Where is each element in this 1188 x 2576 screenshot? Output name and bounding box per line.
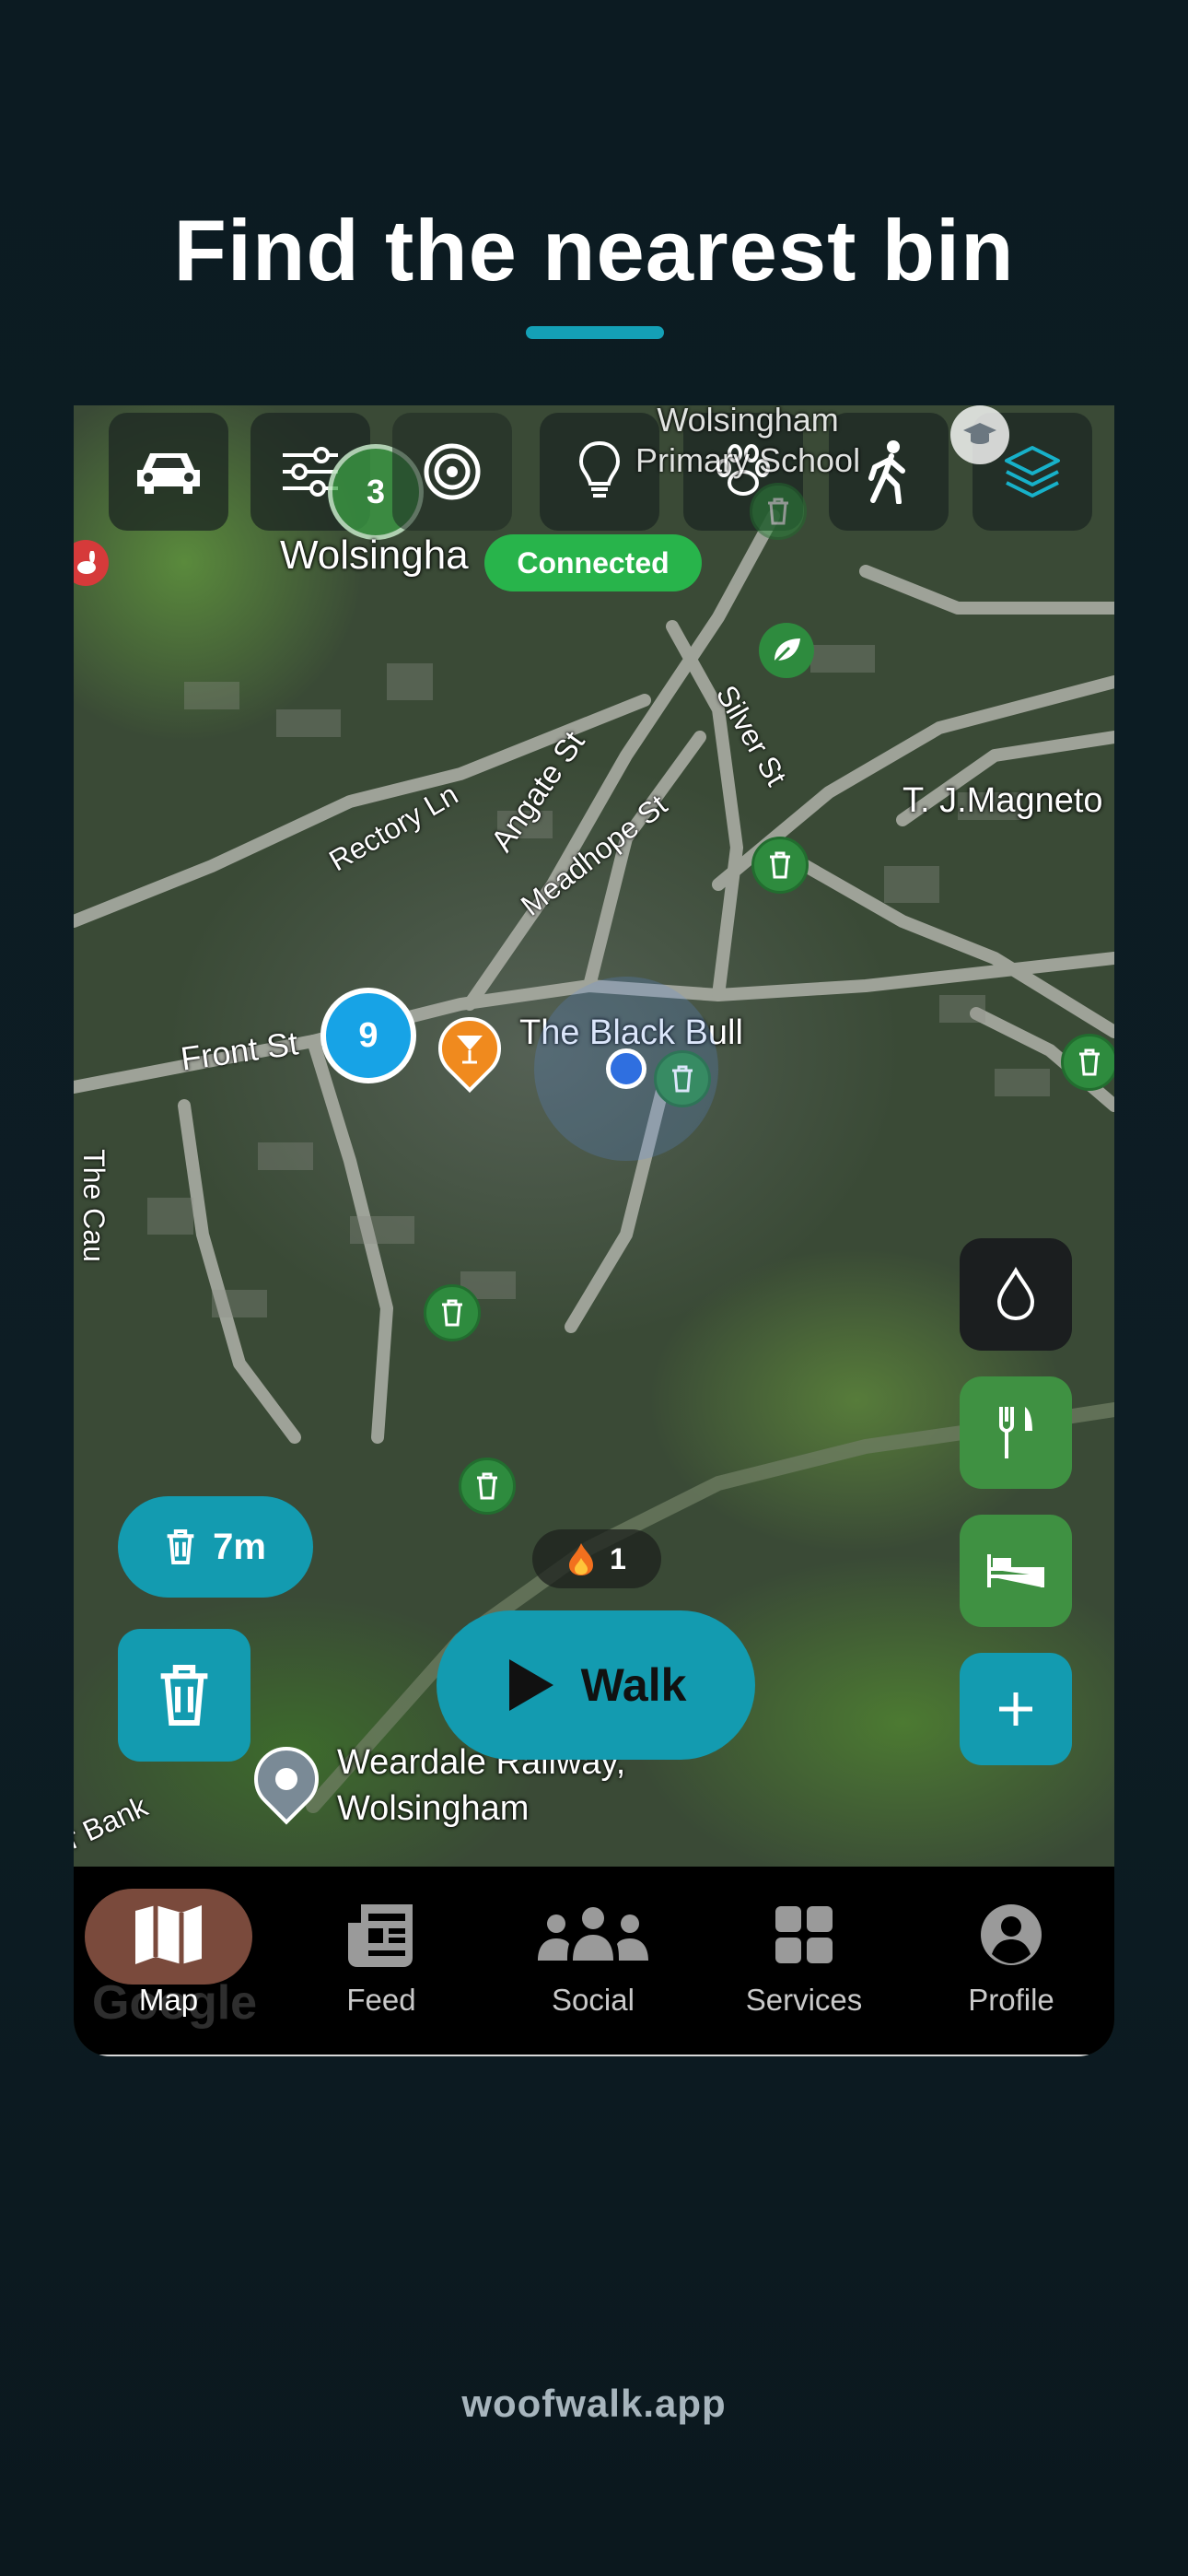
nav-label-map: Map (138, 1983, 199, 2017)
bottom-navigation: Google Map Feed Social Services Profile (74, 1867, 1114, 2056)
nav-label-profile: Profile (968, 1983, 1054, 2017)
user-circle-icon (965, 1898, 1057, 1972)
graduation-cap-icon (963, 423, 996, 444)
nav-label-feed: Feed (346, 1983, 416, 2017)
nav-item-map[interactable]: Map (85, 1889, 269, 2027)
location-pin-icon (271, 1763, 302, 1795)
target-button[interactable] (392, 413, 512, 531)
people-group-icon (529, 1898, 658, 1972)
water-button[interactable] (960, 1238, 1072, 1351)
nav-item-feed[interactable]: Feed (289, 1889, 473, 2027)
park-marker[interactable] (759, 623, 814, 678)
trash-bin-icon (768, 498, 788, 525)
layers-icon (1005, 446, 1060, 498)
bin-finder-button[interactable] (118, 1629, 250, 1762)
car-mode-button[interactable] (109, 413, 228, 531)
satellite-map[interactable]: 3 Wolsingham Primary School Wolsingha Th… (74, 405, 1114, 1867)
plus-icon (999, 1692, 1032, 1726)
headline-underline (526, 326, 664, 339)
bin-marker[interactable] (750, 483, 807, 540)
street-label-causeway: The Cau (76, 1149, 111, 1262)
connection-status-badge: Connected (484, 534, 702, 591)
partial-cluster-count: 3 (366, 473, 386, 510)
car-icon (137, 453, 200, 494)
bin-marker[interactable] (424, 1284, 481, 1341)
cocktail-glass-icon (457, 1036, 483, 1064)
walking-person-icon (868, 440, 905, 504)
leaf-icon (773, 638, 800, 664)
fork-knife-icon (999, 1407, 1032, 1458)
nav-item-profile[interactable]: Profile (919, 1889, 1103, 2027)
page-headline: Find the nearest bin (173, 202, 1015, 299)
accommodation-button[interactable] (960, 1515, 1072, 1627)
start-walk-button[interactable]: Walk (437, 1610, 755, 1760)
website-footer: woofwalk.app (461, 2382, 727, 2425)
water-drop-icon (996, 1267, 1035, 1321)
home-indicator (74, 2055, 1114, 2056)
map-icon (122, 1898, 215, 1972)
bin-marker[interactable] (459, 1458, 516, 1515)
rabbit-icon (77, 551, 96, 574)
place-label-business: T. J.Magneto (903, 781, 1103, 820)
bed-icon (987, 1554, 1044, 1587)
add-button[interactable] (960, 1653, 1072, 1765)
grid-icon (758, 1898, 850, 1972)
nav-item-social[interactable]: Social (501, 1889, 685, 2027)
trash-bin-icon (167, 1529, 194, 1564)
newspaper-icon (335, 1898, 427, 1972)
school-marker[interactable] (950, 405, 1009, 464)
nearest-bin-distance-pill[interactable]: 7m (118, 1496, 313, 1598)
trash-bin-icon (160, 1665, 208, 1726)
app-screenshot: 3 Wolsingham Primary School Wolsingha Th… (74, 405, 1114, 2056)
place-label-school: Wolsingham Primary School (635, 405, 861, 479)
streak-count: 1 (610, 1541, 626, 1575)
bin-marker[interactable] (1061, 1034, 1114, 1091)
target-icon (424, 443, 481, 500)
nearest-bin-distance: 7m (213, 1526, 266, 1567)
trash-bin-icon (477, 1472, 497, 1500)
play-icon (508, 1659, 553, 1711)
bin-marker[interactable] (751, 837, 809, 894)
lightbulb-icon (578, 440, 621, 498)
streak-badge: 1 (532, 1529, 661, 1588)
nav-label-social: Social (552, 1983, 635, 2017)
nav-item-services[interactable]: Services (712, 1889, 896, 2027)
nav-label-services: Services (745, 1983, 863, 2017)
user-location-dot (606, 1048, 646, 1089)
fire-icon (569, 1543, 594, 1575)
place-label-town: Wolsingha (280, 533, 469, 578)
walk-button-label: Walk (580, 1659, 687, 1711)
food-button[interactable] (960, 1376, 1072, 1489)
bin-cluster-marker[interactable]: 9 (320, 988, 416, 1083)
trash-bin-icon (1079, 1048, 1100, 1076)
trash-bin-icon (770, 851, 790, 879)
cluster-count: 9 (358, 1015, 379, 1055)
trash-bin-icon (442, 1299, 462, 1327)
